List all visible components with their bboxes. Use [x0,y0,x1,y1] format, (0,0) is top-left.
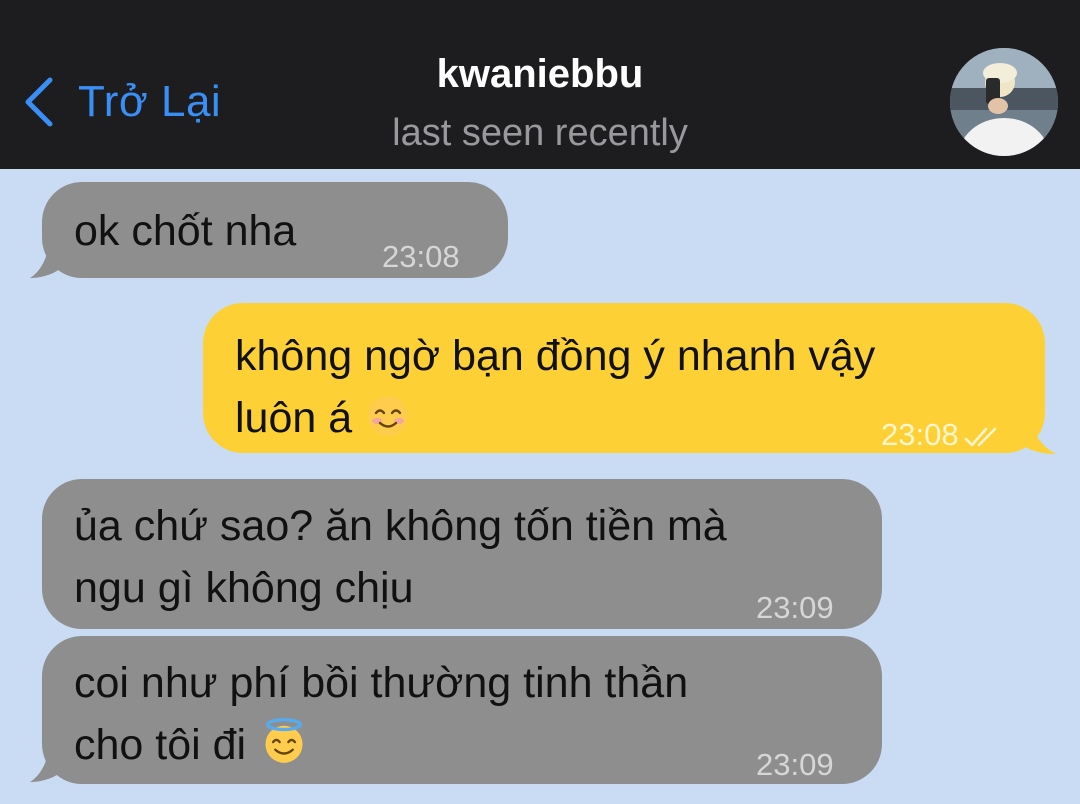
message-time: 23:08 [881,404,1005,466]
message-bubble-incoming[interactable]: coi như phí bồi thường tinh thần cho tôi… [42,636,882,784]
message-line: ok chốt nha [74,207,297,255]
smiling-blush-emoji [368,396,409,436]
message-bubble-incoming[interactable]: ok chốt nha 23:08 [42,182,508,278]
message-line: luôn á [235,394,353,442]
contact-status: last seen recently [392,112,688,154]
double-check-icon [964,427,996,447]
contact-name[interactable]: kwaniebbu [0,52,1080,97]
bubble-tail [30,238,66,278]
chat-header: Trở Lại kwaniebbu last seen recently [0,0,1080,169]
message-text: ok chốt nha [74,200,296,262]
message-time-text: 23:08 [881,417,959,452]
avatar-photo [950,48,1058,156]
message-time: 23:09 [756,590,834,625]
message-text: coi như phí bồi thường tinh thần cho tôi… [74,652,688,776]
message-line: ủa chứ sao? ăn không tốn tiền mà [74,502,727,550]
message-line: cho tôi đi [74,721,247,769]
halo-smile-emoji [265,718,303,763]
avatar[interactable] [950,48,1058,156]
message-time: 23:09 [756,747,834,782]
message-time: 23:08 [382,239,460,274]
message-line: không ngờ bạn đồng ý nhanh vậy [235,332,876,380]
message-text: ủa chứ sao? ăn không tốn tiền mà ngu gì … [74,495,727,619]
message-bubble-outgoing[interactable]: không ngờ bạn đồng ý nhanh vậy luôn á 23… [203,303,1045,453]
bubble-tail [30,742,66,782]
bubble-tail [1014,412,1056,454]
message-bubble-incoming[interactable]: ủa chứ sao? ăn không tốn tiền mà ngu gì … [42,479,882,629]
message-text: không ngờ bạn đồng ý nhanh vậy luôn á [235,325,875,449]
message-line: coi như phí bồi thường tinh thần [74,659,689,707]
message-line: ngu gì không chịu [74,564,414,612]
